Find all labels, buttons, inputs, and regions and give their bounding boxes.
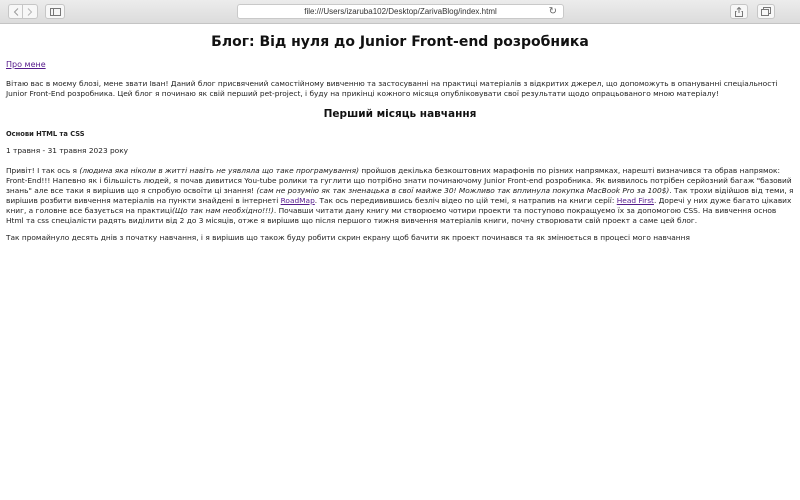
page-content: Блог: Від нуля до Junior Front-end розро… <box>0 34 800 243</box>
reload-icon[interactable]: ↻ <box>549 6 557 18</box>
roadmap-link[interactable]: RoadMap <box>281 196 315 205</box>
back-button[interactable] <box>8 4 23 19</box>
share-button[interactable] <box>730 4 748 19</box>
tabs-icon <box>761 7 771 16</box>
topic-heading: Основи HTML та CSS <box>6 130 85 138</box>
browser-toolbar: file:///Users/izaruba102/Desktop/ZarivaB… <box>0 0 800 24</box>
forward-icon <box>27 7 33 16</box>
story-text: Привіт! І так ось я <box>6 166 80 175</box>
tabs-overview-button[interactable] <box>757 4 775 19</box>
section-title: Перший місяць навчання <box>323 108 477 120</box>
address-bar[interactable]: file:///Users/izaruba102/Desktop/ZarivaB… <box>237 4 564 19</box>
story-aside: (сам не розумію як так зненацька в свої … <box>256 186 670 195</box>
page-title: Блог: Від нуля до Junior Front-end розро… <box>211 34 589 50</box>
date-range: 1 травня - 31 травня 2023 року <box>6 146 129 155</box>
head-first-link[interactable]: Head First <box>617 196 654 205</box>
sidebar-icon <box>49 7 61 16</box>
story-aside: (людина яка ніколи в житті навіть не уяв… <box>79 166 359 175</box>
sidebar-button[interactable] <box>45 4 65 19</box>
back-icon <box>13 7 19 16</box>
story-aside: (Що так нам необхідно!!!) <box>172 206 274 215</box>
forward-button[interactable] <box>22 4 38 19</box>
story-text: . Так ось передивившись безліч відео по … <box>314 196 617 205</box>
update-paragraph: Так промайнуло десять днів з початку нав… <box>6 233 690 242</box>
share-icon <box>735 6 743 17</box>
intro-paragraph: Вітаю вас в моєму блозі, мене звати Іван… <box>6 79 778 98</box>
about-me-link[interactable]: Про мене <box>6 60 46 69</box>
url-text: file:///Users/izaruba102/Desktop/ZarivaB… <box>304 7 497 16</box>
story-paragraph: Привіт! І так ось я (людина яка ніколи в… <box>6 166 794 226</box>
